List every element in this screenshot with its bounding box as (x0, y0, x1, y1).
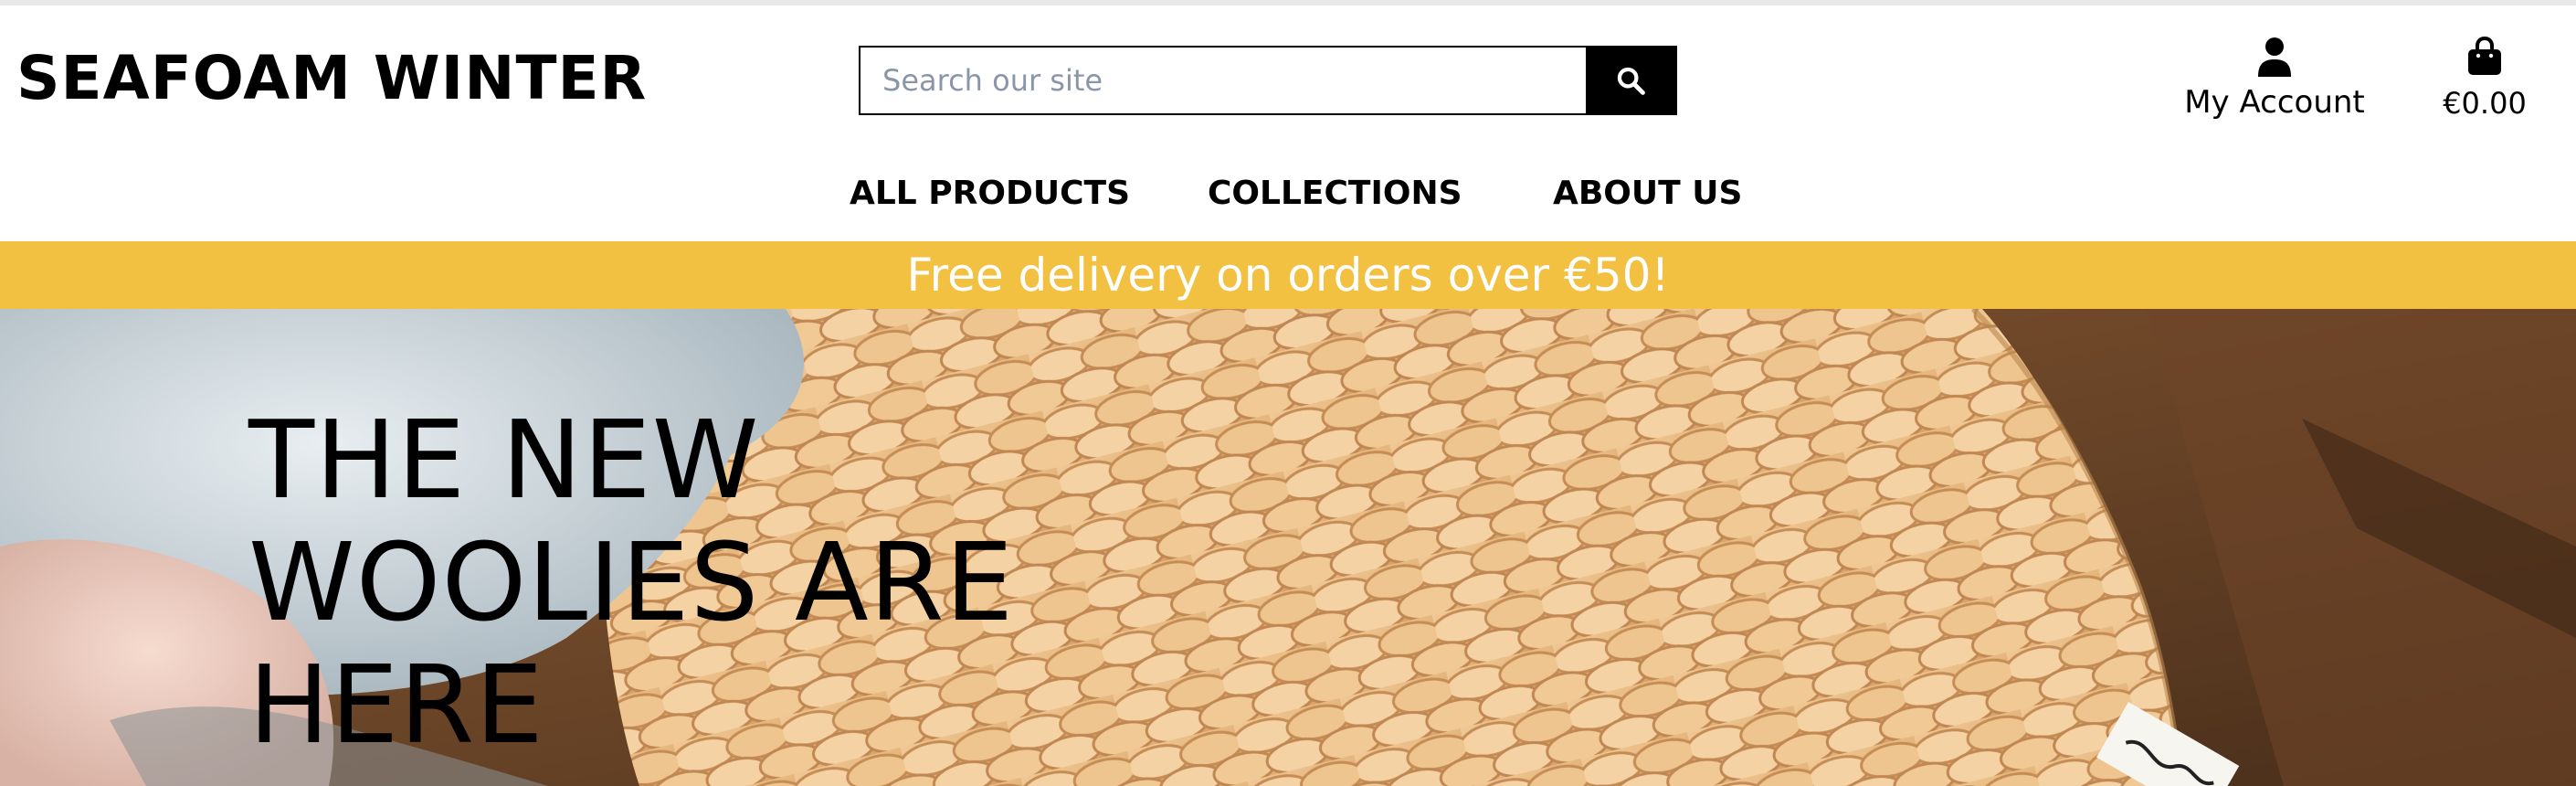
nav-all-products[interactable]: ALL PRODUCTS (850, 166, 1130, 221)
search-input[interactable] (860, 48, 1586, 113)
my-account-link[interactable]: My Account (2174, 37, 2375, 128)
my-account-label: My Account (2184, 84, 2365, 121)
nav-collections[interactable]: COLLECTIONS (1208, 166, 1462, 221)
hero-banner: THE NEW WOOLIES ARE HERE (0, 309, 2576, 786)
cart-total: €0.00 (2443, 86, 2527, 121)
hero-title: THE NEW WOOLIES ARE HERE (248, 397, 1015, 768)
site-header: SEAFOAM WINTER My Account €0.00 ALL PROD… (0, 5, 2576, 241)
nav-about-us[interactable]: ABOUT US (1553, 166, 1742, 221)
search-form (859, 46, 1677, 115)
main-nav: ALL PRODUCTS COLLECTIONS ABOUT US (0, 166, 2576, 221)
search-icon (1617, 67, 1645, 95)
user-icon (2258, 37, 2291, 77)
cart-link[interactable]: €0.00 (2430, 37, 2539, 128)
shopping-bag-icon (2468, 37, 2501, 75)
search-button[interactable] (1586, 48, 1675, 113)
promo-banner: Free delivery on orders over €50! (0, 241, 2576, 309)
site-logo[interactable]: SEAFOAM WINTER (16, 42, 647, 115)
